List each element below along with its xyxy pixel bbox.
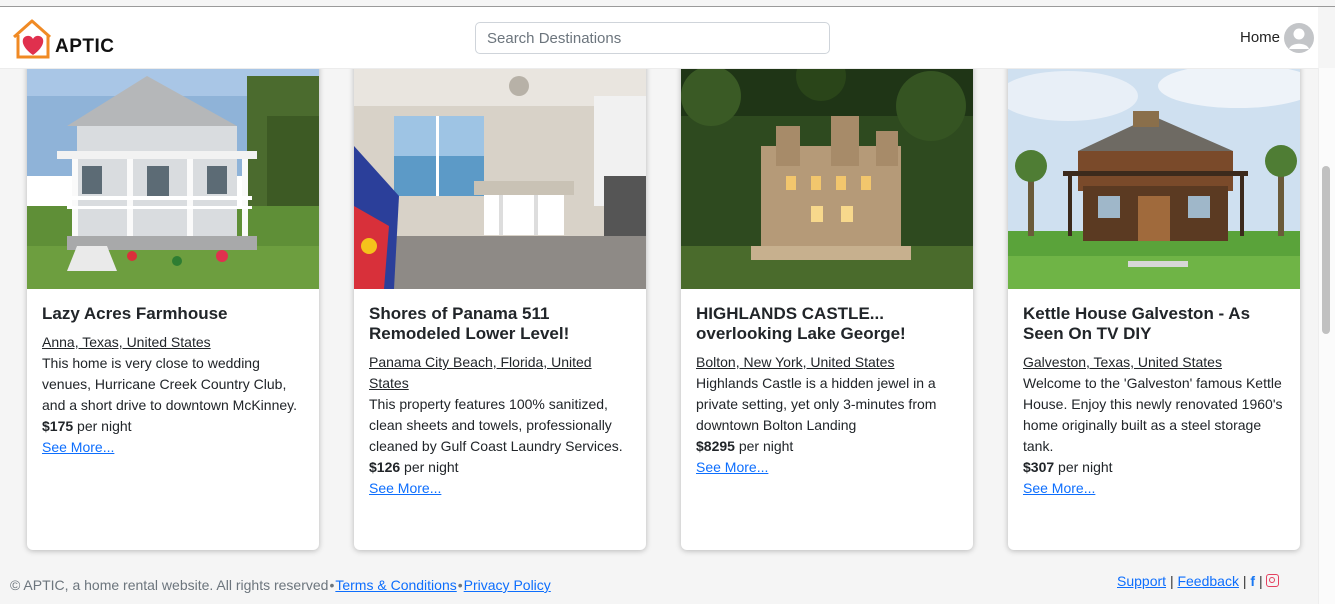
price-suffix: per night <box>1054 459 1113 475</box>
listing-card-body: HIGHLANDS CASTLE... overlooking Lake Geo… <box>696 304 962 478</box>
listing-price: $8295 per night <box>696 436 962 457</box>
listing-title[interactable]: Lazy Acres Farmhouse <box>42 304 308 324</box>
footer-left: © APTIC, a home rental website. All righ… <box>10 577 551 593</box>
listing-price: $126 per night <box>369 457 635 478</box>
top-navbar: APTIC Home <box>0 7 1318 69</box>
listing-description: This home is very close to wedding venue… <box>42 355 297 413</box>
price-suffix: per night <box>400 459 459 475</box>
listing-photo-kettle-house[interactable] <box>1008 56 1300 289</box>
search-destinations-input[interactable] <box>475 22 830 54</box>
listing-title[interactable]: Shores of Panama 511 Remodeled Lower Lev… <box>369 304 635 344</box>
listing-description: This property features 100% sanitized, c… <box>369 396 623 454</box>
listing-photo-farmhouse[interactable] <box>27 56 319 289</box>
see-more-link[interactable]: See More... <box>1023 478 1289 499</box>
instagram-icon[interactable] <box>1266 574 1280 587</box>
copyright-text: © APTIC, a home rental website. All righ… <box>10 577 329 593</box>
see-more-link[interactable]: See More... <box>42 437 308 458</box>
price-amount: $126 <box>369 459 401 475</box>
price-amount: $175 <box>42 418 74 434</box>
page-scrollbar-track[interactable] <box>1318 68 1335 604</box>
listing-location[interactable]: Galveston, Texas, United States <box>1023 352 1289 373</box>
terms-conditions-link[interactable]: Terms & Conditions <box>335 577 456 593</box>
listing-title[interactable]: HIGHLANDS CASTLE... overlooking Lake Geo… <box>696 304 962 344</box>
feedback-link[interactable]: Feedback <box>1177 573 1238 589</box>
listing-card-body: Lazy Acres Farmhouse Anna, Texas, United… <box>42 304 308 458</box>
listing-card-body: Shores of Panama 511 Remodeled Lower Lev… <box>369 304 635 499</box>
price-amount: $8295 <box>696 438 735 454</box>
price-suffix: per night <box>734 438 794 454</box>
home-link[interactable]: Home <box>1240 29 1280 46</box>
listing-location[interactable]: Anna, Texas, United States <box>42 332 308 353</box>
listing-card[interactable]: Lazy Acres Farmhouse Anna, Texas, United… <box>27 56 319 550</box>
footer-right: Support | Feedback | f | <box>1117 573 1280 589</box>
house-heart-logo-icon <box>13 19 51 59</box>
site-footer: © APTIC, a home rental website. All righ… <box>0 560 1318 604</box>
listing-photo-condo[interactable] <box>354 56 646 289</box>
logo-text: APTIC <box>55 36 115 57</box>
price-amount: $307 <box>1023 459 1055 475</box>
listing-card-body: Kettle House Galveston - As Seen On TV D… <box>1023 304 1289 499</box>
listing-card[interactable]: HIGHLANDS CASTLE... overlooking Lake Geo… <box>681 56 973 550</box>
listing-card[interactable]: Shores of Panama 511 Remodeled Lower Lev… <box>354 56 646 550</box>
separator-pipe: | <box>1169 573 1174 589</box>
facebook-icon[interactable]: f <box>1250 573 1255 589</box>
price-suffix: per night <box>73 418 132 434</box>
separator-dot: • <box>329 577 335 593</box>
listing-photo-castle[interactable] <box>681 56 973 289</box>
user-avatar-icon[interactable] <box>1284 23 1314 53</box>
listing-location[interactable]: Panama City Beach, Florida, United State… <box>369 352 635 394</box>
separator-dot: • <box>457 577 463 593</box>
listing-card[interactable]: Kettle House Galveston - As Seen On TV D… <box>1008 56 1300 550</box>
privacy-policy-link[interactable]: Privacy Policy <box>464 577 551 593</box>
support-link[interactable]: Support <box>1117 573 1166 589</box>
listing-description: Welcome to the 'Galveston' famous Kettle… <box>1023 375 1283 454</box>
see-more-link[interactable]: See More... <box>696 457 962 478</box>
separator-pipe: | <box>1242 573 1247 589</box>
site-logo[interactable]: APTIC <box>10 17 120 61</box>
listing-location[interactable]: Bolton, New York, United States <box>696 352 962 373</box>
see-more-link[interactable]: See More... <box>369 478 635 499</box>
listing-price: $307 per night <box>1023 457 1289 478</box>
separator-pipe: | <box>1258 573 1263 589</box>
listing-price: $175 per night <box>42 416 308 437</box>
listing-description: Highlands Castle is a hidden jewel in a … <box>696 375 937 433</box>
page-scrollbar-thumb[interactable] <box>1322 166 1330 334</box>
listing-title[interactable]: Kettle House Galveston - As Seen On TV D… <box>1023 304 1289 344</box>
